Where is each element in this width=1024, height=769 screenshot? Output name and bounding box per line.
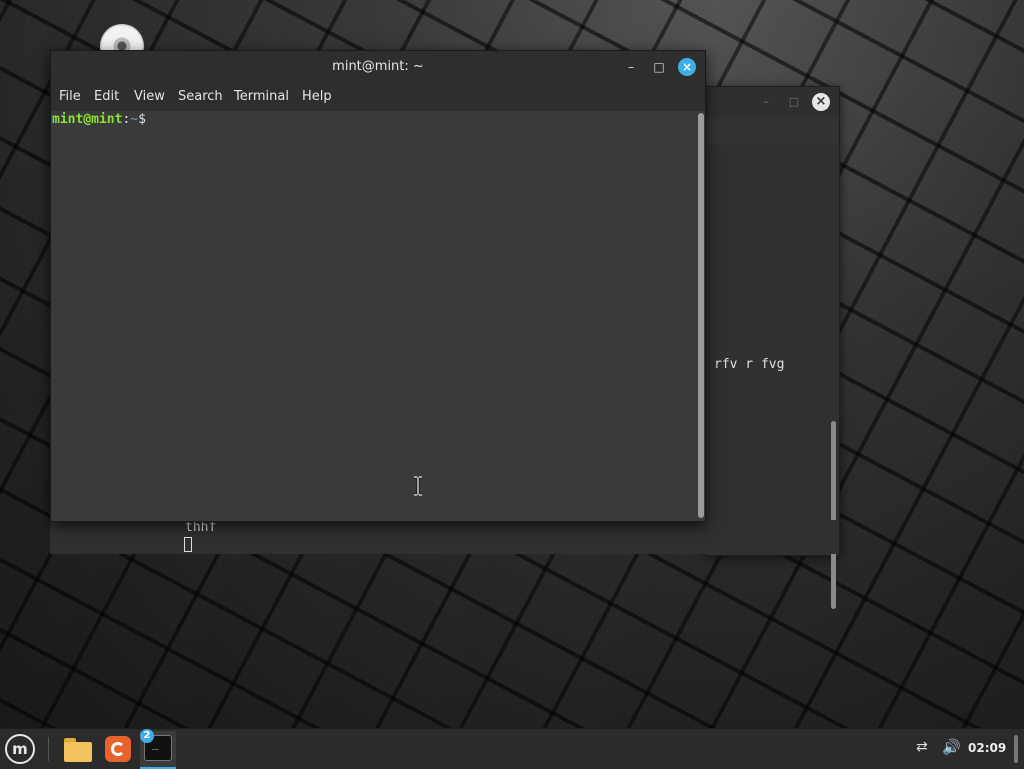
menu-search[interactable]: Search: [178, 89, 223, 104]
folder-icon[interactable]: [62, 733, 94, 765]
prompt-user: mint@mint: [52, 112, 123, 127]
close-button[interactable]: ×: [678, 58, 696, 76]
clock[interactable]: 02:09: [968, 741, 1006, 755]
prompt-path: ~: [130, 112, 139, 127]
back-minimize-button[interactable]: –: [758, 94, 774, 110]
shell-prompt: mint@mint:~$: [52, 112, 146, 127]
back-maximize-button[interactable]: □: [786, 94, 802, 110]
window-count-badge: 2: [140, 729, 154, 743]
network-icon[interactable]: ⇄: [916, 739, 936, 759]
mint-menu-icon[interactable]: m: [5, 734, 35, 764]
desktop-disc-icon[interactable]: [100, 24, 144, 50]
firefox-icon[interactable]: [102, 733, 134, 765]
back-terminal-bottom-line: thhf: [185, 520, 217, 535]
terminal-taskbar-button[interactable]: _ 2: [140, 729, 176, 769]
menu-help[interactable]: Help: [302, 89, 332, 104]
back-terminal-bottom[interactable]: thhf: [50, 520, 838, 554]
window-title: mint@mint: ~: [332, 59, 424, 74]
back-terminal-window[interactable]: – □ × rfv r fvg: [705, 86, 840, 609]
back-terminal-line: rfv r fvg: [714, 357, 785, 372]
menu-view[interactable]: View: [134, 89, 165, 104]
back-scrollbar[interactable]: [831, 421, 836, 609]
titlebar[interactable]: mint@mint: ~ – □ ×: [51, 51, 705, 83]
menubar: File Edit View Search Terminal Help: [51, 83, 705, 111]
terminal-scrollbar[interactable]: [698, 113, 704, 518]
menu-terminal[interactable]: Terminal: [234, 89, 289, 104]
ibeam-cursor-icon: [414, 476, 422, 496]
front-terminal-window[interactable]: mint@mint: ~ – □ × File Edit View Search…: [50, 50, 706, 522]
prompt-symbol: $: [138, 112, 146, 127]
back-close-button[interactable]: ×: [812, 93, 830, 111]
maximize-button[interactable]: □: [651, 59, 667, 75]
menu-edit[interactable]: Edit: [94, 89, 119, 104]
volume-icon[interactable]: 🔊: [942, 738, 962, 758]
menu-file[interactable]: File: [59, 89, 81, 104]
terminal-area[interactable]: mint@mint:~$: [51, 111, 693, 521]
back-titlebar[interactable]: – □ ×: [706, 87, 839, 117]
minimize-button[interactable]: –: [623, 59, 639, 75]
text-cursor: [184, 537, 192, 552]
show-desktop-button[interactable]: [1014, 735, 1018, 763]
taskbar: m _ 2 ⇄ 🔊 02:09: [0, 728, 1024, 769]
back-terminal-content[interactable]: rfv r fvg: [706, 145, 839, 609]
taskbar-separator: [48, 737, 49, 761]
back-menubar: [706, 117, 839, 145]
